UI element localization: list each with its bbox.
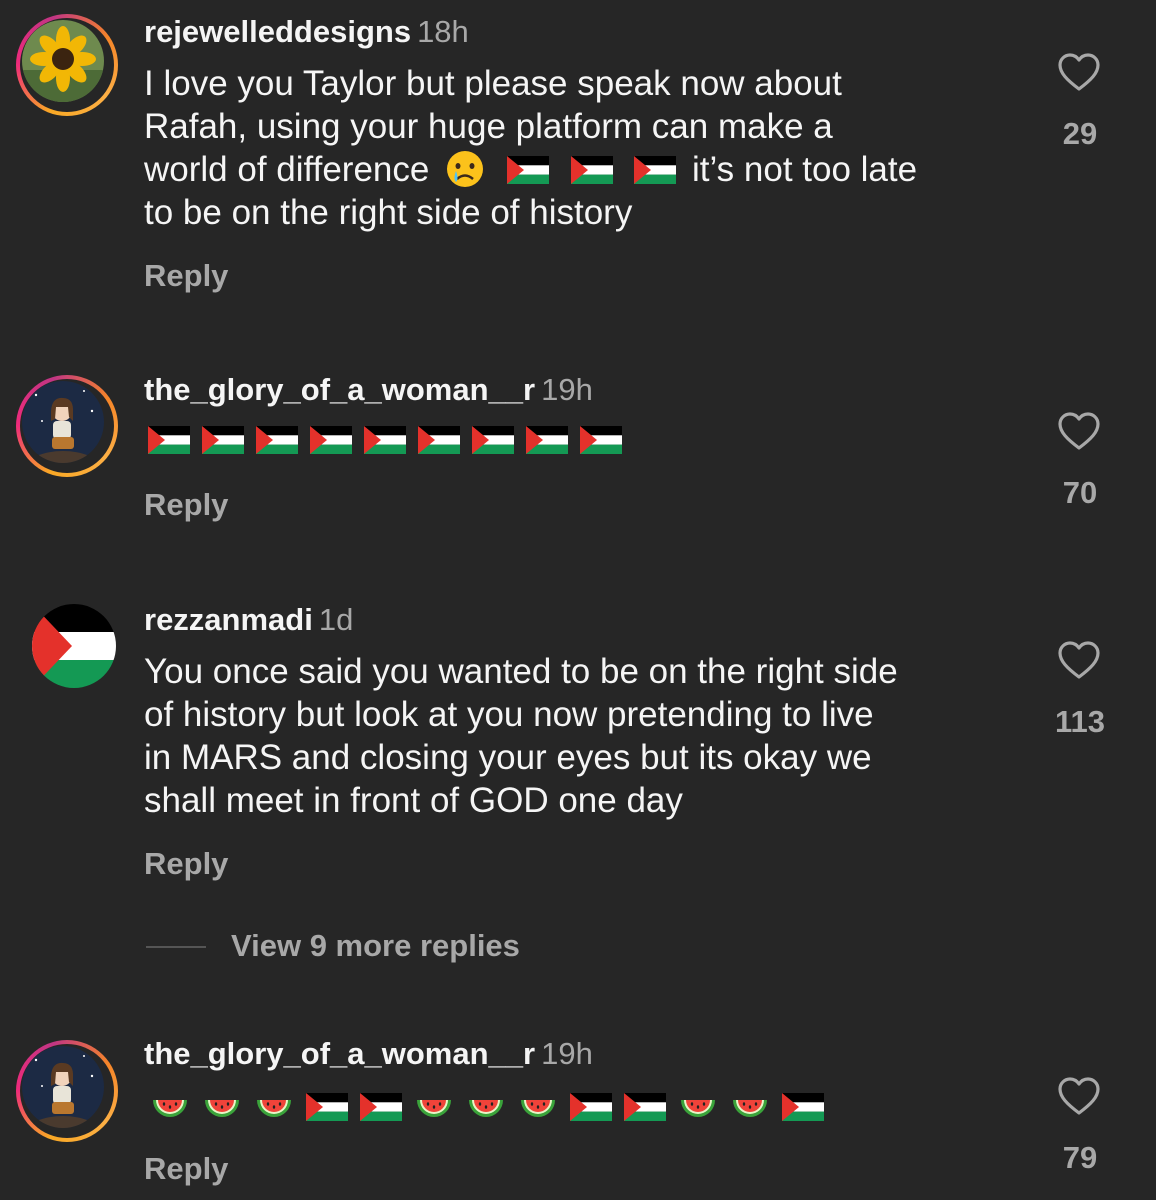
palestine-flag-icon	[32, 604, 116, 688]
palestine-flag-icon	[360, 1093, 402, 1121]
heart-icon	[1058, 1077, 1100, 1115]
username[interactable]: rejewelleddesigns	[144, 14, 411, 49]
heart-icon	[1058, 53, 1100, 91]
watermelon-icon	[254, 1086, 294, 1126]
palestine-flag-icon	[310, 426, 352, 454]
comment-text	[144, 1086, 1044, 1140]
timestamp: 18h	[417, 14, 469, 49]
comment-text	[144, 426, 1024, 473]
reply-button[interactable]: Reply	[144, 1151, 228, 1187]
palestine-flag-icon	[634, 151, 677, 184]
like-count: 79	[1062, 1140, 1098, 1175]
heart-icon	[1058, 412, 1100, 450]
palestine-flag-icon	[418, 426, 460, 454]
watermelon-icon	[518, 1086, 558, 1126]
palestine-flag-icon	[570, 151, 613, 184]
girl-night-sky-icon	[22, 1046, 104, 1128]
sunflower-icon	[22, 20, 104, 102]
timestamp: 19h	[541, 372, 593, 407]
palestine-flag-icon	[306, 1093, 348, 1121]
watermelon-icon	[730, 1086, 770, 1126]
avatar[interactable]	[16, 1040, 118, 1142]
reply-button[interactable]: Reply	[144, 258, 228, 294]
like-button[interactable]	[1046, 411, 1112, 451]
watermelon-icon	[466, 1086, 506, 1126]
palestine-flag-icon	[256, 426, 298, 454]
timestamp: 19h	[541, 1036, 593, 1071]
like-button[interactable]	[1046, 640, 1112, 680]
avatar[interactable]	[16, 596, 118, 698]
palestine-flag-icon	[570, 1093, 612, 1121]
watermelon-icon	[414, 1086, 454, 1126]
reply-button[interactable]: Reply	[144, 846, 228, 882]
comment-text: You once said you wanted to be on the ri…	[144, 652, 898, 820]
watermelon-icon	[202, 1086, 242, 1126]
like-button[interactable]	[1046, 1076, 1112, 1116]
heart-icon	[1058, 641, 1100, 679]
view-more-divider	[146, 946, 206, 948]
comment-text: I love you Taylor but please speak now a…	[144, 64, 918, 232]
like-button[interactable]	[1046, 52, 1112, 92]
username[interactable]: the_glory_of_a_woman__r	[144, 372, 535, 407]
palestine-flag-icon	[472, 426, 514, 454]
palestine-flag-icon	[782, 1093, 824, 1121]
like-count: 29	[1062, 116, 1098, 151]
username[interactable]: rezzanmadi	[144, 602, 313, 637]
crying-face-icon	[445, 149, 485, 189]
palestine-flag-icon	[624, 1093, 666, 1121]
reply-button[interactable]: Reply	[144, 487, 228, 523]
palestine-flag-icon	[202, 426, 244, 454]
like-count: 70	[1062, 475, 1098, 510]
girl-night-sky-icon	[22, 381, 104, 463]
palestine-flag-icon	[506, 151, 549, 184]
palestine-flag-icon	[526, 426, 568, 454]
view-more-replies-button[interactable]: View 9 more replies	[231, 928, 520, 964]
username[interactable]: the_glory_of_a_woman__r	[144, 1036, 535, 1071]
timestamp: 1d	[318, 602, 354, 637]
palestine-flag-icon	[148, 426, 190, 454]
watermelon-icon	[150, 1086, 190, 1126]
palestine-flag-icon	[580, 426, 622, 454]
watermelon-icon	[678, 1086, 718, 1126]
palestine-flag-icon	[364, 426, 406, 454]
avatar[interactable]	[16, 14, 118, 116]
like-count: 113	[1054, 704, 1105, 739]
avatar[interactable]	[16, 375, 118, 477]
